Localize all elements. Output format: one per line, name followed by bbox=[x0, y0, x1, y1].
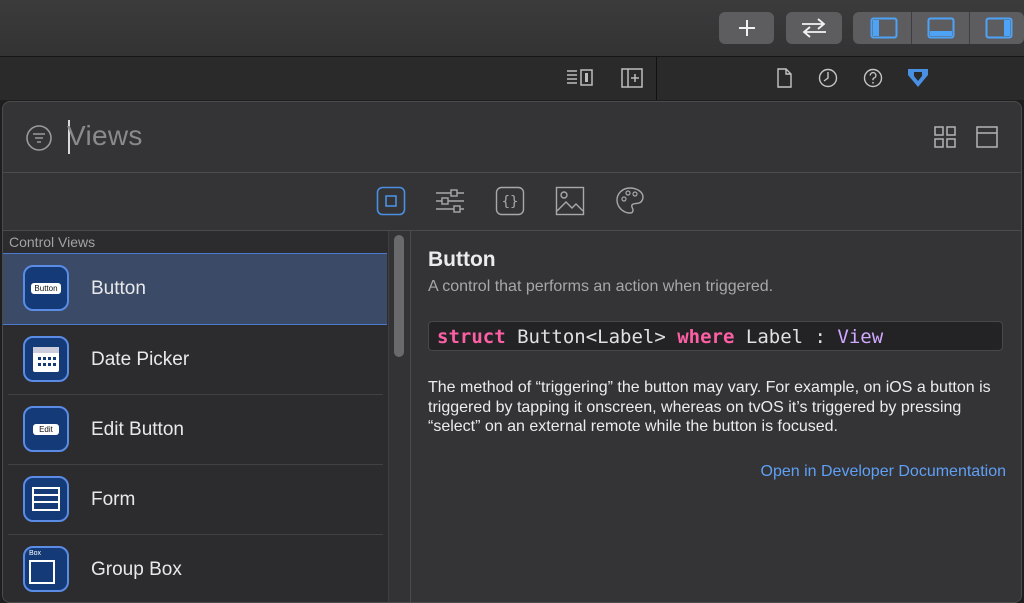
image-icon bbox=[555, 186, 585, 216]
icon-caption: Edit bbox=[33, 423, 59, 435]
filter-icon bbox=[26, 125, 52, 151]
add-editor-button[interactable] bbox=[618, 66, 646, 90]
group-box-icon: Box bbox=[23, 546, 69, 592]
tab-colors[interactable] bbox=[615, 186, 645, 216]
search-input[interactable]: Views bbox=[67, 120, 143, 152]
form-icon bbox=[23, 476, 69, 522]
code-text: Label : bbox=[734, 326, 838, 348]
detail-title: Button bbox=[428, 248, 496, 271]
svg-text:{}: {} bbox=[502, 194, 519, 210]
list-item-edit-button[interactable]: Edit Edit Button bbox=[3, 395, 387, 465]
list-item-label: Date Picker bbox=[91, 349, 190, 370]
detail-subtitle: A control that performs an action when t… bbox=[428, 278, 774, 295]
button-icon: Button bbox=[23, 265, 69, 311]
history-icon bbox=[818, 68, 838, 88]
list-item-form[interactable]: Form bbox=[3, 465, 387, 535]
file-inspector-icon bbox=[777, 68, 792, 88]
sliders-icon bbox=[436, 189, 464, 213]
list-item-label: Button bbox=[91, 278, 146, 299]
swap-arrows-icon bbox=[802, 18, 826, 38]
tab-snippets[interactable]: {} bbox=[495, 186, 525, 216]
help-icon bbox=[863, 68, 883, 88]
file-inspector-button[interactable] bbox=[770, 66, 798, 90]
tab-media[interactable] bbox=[555, 186, 585, 216]
add-editor-icon bbox=[621, 68, 643, 88]
tab-views[interactable] bbox=[376, 186, 406, 216]
snippets-icon: {} bbox=[495, 186, 525, 216]
grid-view-icon bbox=[934, 126, 956, 148]
palette-icon bbox=[616, 187, 644, 214]
plus-icon bbox=[738, 20, 755, 36]
code-keyword: struct bbox=[437, 326, 506, 348]
grid-view-button[interactable] bbox=[933, 125, 957, 154]
icon-caption: Box bbox=[29, 550, 42, 557]
window-toolbar bbox=[0, 0, 1024, 57]
toggle-navigator-button[interactable] bbox=[856, 12, 912, 44]
library-search-bar: Views bbox=[3, 102, 1021, 173]
scroll-thumb[interactable] bbox=[394, 235, 404, 357]
calendar-icon bbox=[23, 336, 69, 382]
code-review-button[interactable] bbox=[786, 12, 842, 44]
panel-toggle-group bbox=[853, 12, 1024, 44]
editor-options-button[interactable] bbox=[566, 66, 594, 90]
toggle-inspector-button[interactable] bbox=[971, 12, 1024, 44]
code-type: View bbox=[837, 326, 884, 348]
add-library-button[interactable] bbox=[719, 12, 774, 44]
edit-button-icon: Edit bbox=[23, 406, 69, 452]
history-inspector-button[interactable] bbox=[814, 66, 842, 90]
developer-docs-link[interactable]: Open in Developer Documentation bbox=[761, 463, 1006, 481]
views-tab-icon bbox=[376, 186, 406, 216]
list-scrollbar[interactable] bbox=[388, 231, 410, 602]
icon-caption: Button bbox=[31, 282, 61, 294]
detail-pane: Button A control that performs an action… bbox=[410, 231, 1021, 602]
inspector-panel-icon bbox=[985, 17, 1013, 39]
debug-panel-icon bbox=[927, 17, 955, 39]
list-item-label: Group Box bbox=[91, 559, 182, 580]
attributes-inspector-button[interactable] bbox=[904, 66, 932, 90]
list-item-label: Edit Button bbox=[91, 419, 184, 440]
toggle-debug-area-button[interactable] bbox=[913, 12, 969, 44]
section-header: Control Views bbox=[9, 234, 96, 250]
library-panel: Views {} Control Views Button Button Dat… bbox=[2, 101, 1022, 603]
library-tabs: {} bbox=[3, 173, 1021, 231]
navigator-panel-icon bbox=[870, 17, 898, 39]
detail-description: The method of “triggering” the button ma… bbox=[428, 379, 991, 435]
tab-modifiers[interactable] bbox=[435, 186, 465, 216]
declaration-code: struct Button<Label> where Label : View bbox=[428, 321, 1003, 351]
code-keyword: where bbox=[677, 326, 735, 348]
details-view-button[interactable] bbox=[975, 125, 999, 154]
attributes-inspector-icon bbox=[908, 69, 928, 87]
editor-options-icon bbox=[567, 69, 593, 86]
list-item-date-picker[interactable]: Date Picker bbox=[3, 325, 387, 395]
code-text: Button<Label> bbox=[505, 326, 678, 348]
filter-button[interactable] bbox=[25, 124, 53, 157]
help-inspector-button[interactable] bbox=[859, 66, 887, 90]
library-list: Control Views Button Button Date Picker … bbox=[3, 231, 410, 602]
list-item-label: Form bbox=[91, 489, 136, 510]
list-item-button[interactable]: Button Button bbox=[3, 253, 387, 325]
list-item-group-box[interactable]: Box Group Box bbox=[3, 535, 387, 602]
details-view-icon bbox=[976, 126, 998, 148]
